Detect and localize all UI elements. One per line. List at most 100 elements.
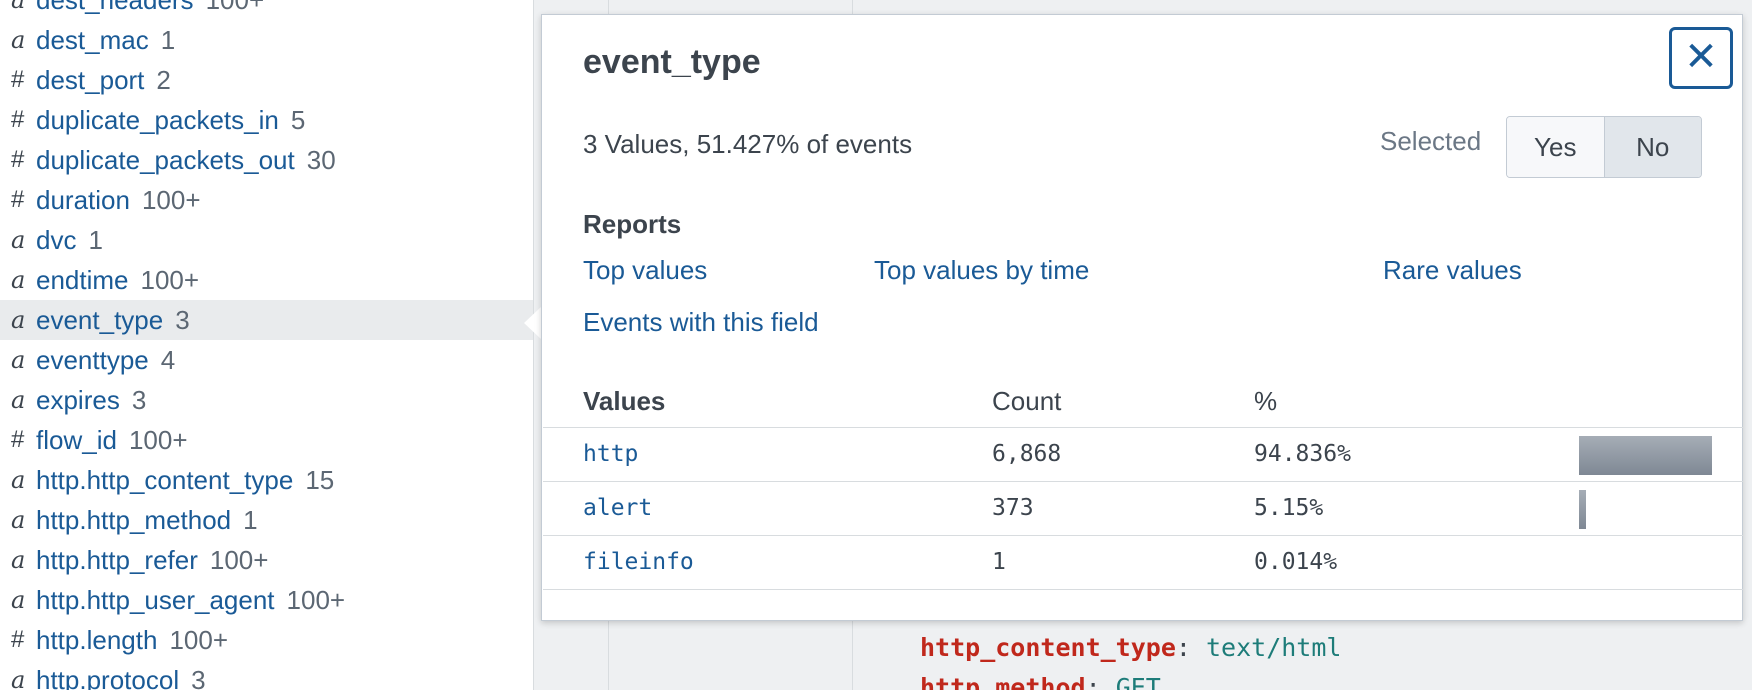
field-item[interactable]: a expires 3 [0,380,533,420]
field-name[interactable]: dvc [36,225,76,256]
field-name[interactable]: expires [36,385,120,416]
string-type-icon: a [11,346,26,374]
table-row-value[interactable]: fileinfo [583,549,694,575]
field-name[interactable]: dest_headers [36,0,194,16]
table-row-percent: 0.014% [1254,549,1338,575]
event-value[interactable]: GET [1116,673,1161,690]
selected-label: Selected [1380,126,1482,156]
field-item[interactable]: # dest_port 2 [0,60,533,100]
field-name[interactable]: http.http_content_type [36,465,293,496]
field-item[interactable]: a event_type 3 [0,300,533,340]
field-name[interactable]: http.http_user_agent [36,585,275,616]
numeric-type-icon: # [11,626,25,653]
selected-toggle: Yes No [1506,116,1702,178]
field-item[interactable]: # duplicate_packets_in 5 [0,100,533,140]
reports-heading: Reports [583,209,682,239]
field-count: 3 [191,664,206,690]
field-name[interactable]: http.http_method [36,505,231,536]
string-type-icon: a [11,586,26,614]
table-divider [543,427,1743,428]
table-row-count: 6,868 [992,441,1062,467]
table-divider [543,481,1743,482]
values-summary: 3 Values, 51.427% of events [583,129,913,159]
field-name[interactable]: event_type [36,305,163,336]
field-item[interactable]: a endtime 100+ [0,260,533,300]
table-row-percent: 5.15% [1254,495,1324,521]
field-count: 3 [131,384,147,415]
popup-title: event_type [583,43,761,81]
toggle-no[interactable]: No [1603,117,1701,177]
field-name[interactable]: duplicate_packets_out [36,145,295,176]
report-rare-values[interactable]: Rare values [1383,255,1522,286]
toggle-yes[interactable]: Yes [1507,117,1604,177]
field-name[interactable]: flow_id [36,425,117,456]
field-item[interactable]: a dest_headers 100+ [0,0,533,20]
string-type-icon: a [11,466,26,494]
field-count: 100+ [286,584,346,615]
field-item[interactable]: a eventtype 4 [0,340,533,380]
field-name[interactable]: endtime [36,265,129,296]
field-count: 2 [156,64,171,95]
field-count: 5 [290,104,306,135]
field-count: 100+ [141,184,201,215]
field-item[interactable]: a http.http_content_type 15 [0,460,533,500]
table-row-value[interactable]: http [583,441,638,467]
event-separator: : [1175,633,1206,662]
field-item[interactable]: # http.length 100+ [0,620,533,660]
numeric-type-icon: # [11,146,25,173]
report-top-values[interactable]: Top values [583,255,707,286]
event-value[interactable]: text/html [1206,633,1341,662]
event-separator: : [1085,673,1116,690]
field-name[interactable]: http.http_refer [36,545,198,576]
string-type-icon: a [11,306,26,334]
field-name[interactable]: dest_port [36,65,144,96]
table-row-count: 1 [992,549,1006,575]
popup-pointer [524,306,542,340]
fields-sidebar: a dest_headers 100+ a dest_mac 1 # dest_port 2 # d… [0,0,534,690]
event-key[interactable]: http_method [920,673,1086,690]
field-item[interactable]: a dvc 1 [0,220,533,260]
field-item[interactable]: a dest_mac 1 [0,20,533,60]
field-count: 1 [160,24,176,55]
field-name[interactable]: dest_mac [36,25,149,56]
field-item[interactable]: a http.http_refer 100+ [0,540,533,580]
report-top-values-by-time[interactable]: Top values by time [874,255,1089,286]
field-count: 100+ [128,424,188,455]
report-events-with-field[interactable]: Events with this field [583,307,819,338]
percent-header: % [1254,386,1278,416]
field-name[interactable]: http.protocol [36,665,179,690]
table-divider [543,589,1743,590]
field-count: 3 [175,304,190,335]
numeric-type-icon: # [11,106,25,133]
field-item[interactable]: a http.protocol 3 [0,660,533,690]
field-summary-popup: event_type ✕ 3 Values, 51.427% of events… [541,14,1743,621]
count-header: Count [992,386,1062,416]
table-row-percent: 94.836% [1254,441,1351,467]
field-name[interactable]: duration [36,185,130,216]
event-line: http_content_type: text/html [920,633,1341,662]
field-item[interactable]: # duration 100+ [0,180,533,220]
field-name[interactable]: http.length [36,625,157,656]
table-divider [543,535,1743,536]
close-icon: ✕ [1684,35,1718,79]
field-item[interactable]: # flow_id 100+ [0,420,533,460]
field-count: 15 [305,464,335,495]
percent-bar [1579,436,1712,475]
field-item[interactable]: a http.http_user_agent 100+ [0,580,533,620]
table-row-count: 373 [992,495,1034,521]
field-name[interactable]: duplicate_packets_in [36,105,279,136]
field-count: 100+ [169,624,229,655]
string-type-icon: a [11,386,26,414]
field-name[interactable]: eventtype [36,345,149,376]
field-count: 100+ [209,544,269,575]
table-row-value[interactable]: alert [583,495,652,521]
string-type-icon: a [11,546,26,574]
field-count: 4 [160,344,176,375]
field-item[interactable]: a http.http_method 1 [0,500,533,540]
string-type-icon: a [11,266,26,294]
field-count: 30 [306,144,336,175]
event-key[interactable]: http_content_type [920,633,1176,662]
field-item[interactable]: # duplicate_packets_out 30 [0,140,533,180]
close-button[interactable]: ✕ [1669,27,1733,89]
field-count: 1 [88,224,103,255]
